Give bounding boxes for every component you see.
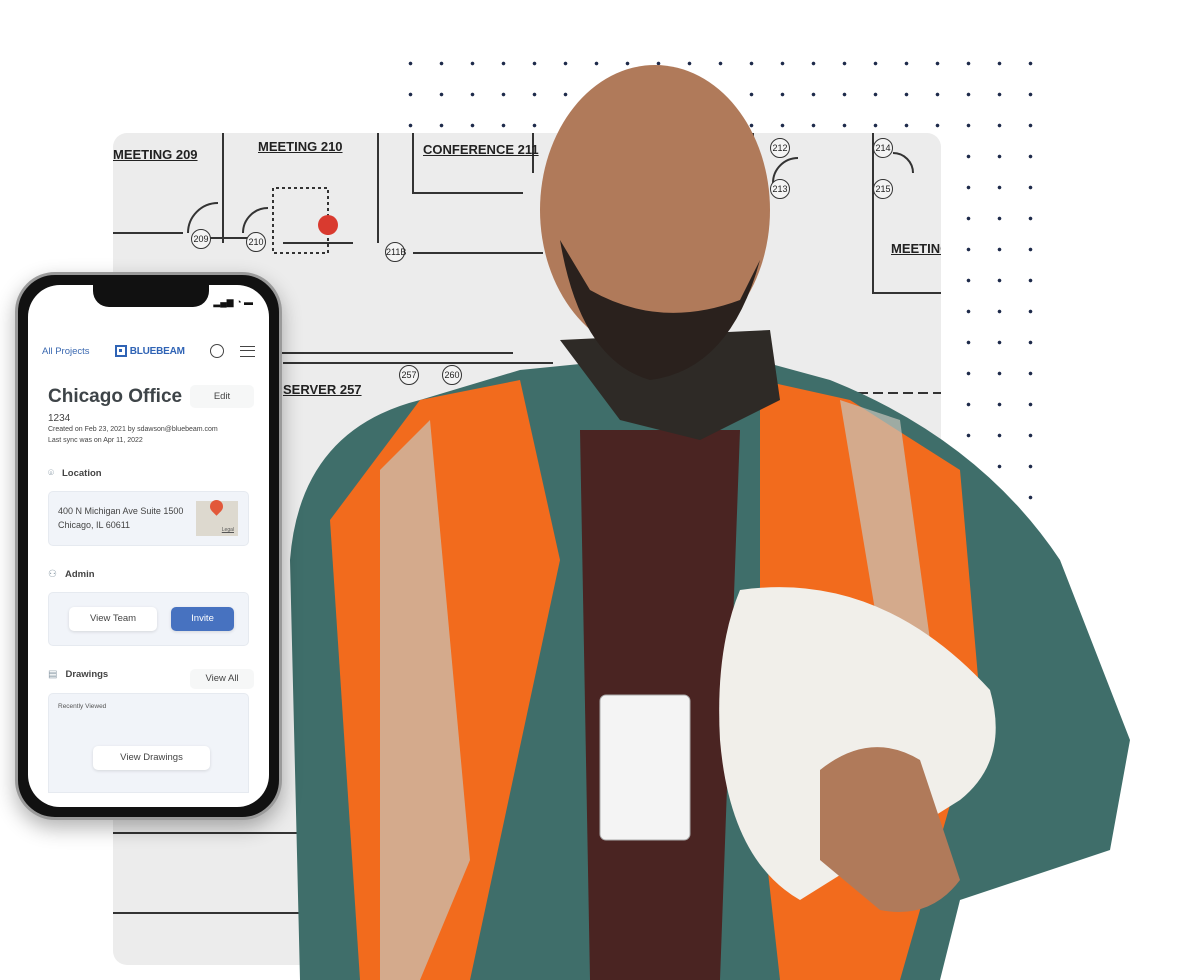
bluebeam-logo: BLUEBEAM [114, 345, 185, 357]
view-team-button[interactable]: View Team [69, 607, 157, 631]
team-icon: ⚇ [48, 569, 57, 580]
map-legal-link[interactable]: Legal [222, 527, 234, 533]
phone-notch [93, 285, 209, 307]
admin-heading: ⚇ Admin [48, 569, 95, 580]
drawings-icon: ▤ [48, 669, 58, 680]
map-pin-icon [207, 497, 226, 516]
construction-worker-photo [290, 65, 1130, 980]
app-nav-bar: All Projects BLUEBEAM [42, 341, 255, 361]
drawings-heading: ▤ Drawings [48, 669, 109, 680]
location-heading: ⌾ Location [48, 468, 102, 479]
recently-viewed-label: Recently Viewed [58, 703, 107, 710]
hamburger-icon[interactable] [240, 345, 255, 357]
status-bar-icons: ▂▄▆ ◔ ▬ [213, 297, 253, 307]
last-sync-info: Last sync was on Apr 11, 2022 [48, 437, 143, 444]
map-thumbnail[interactable]: Legal [196, 497, 238, 536]
phone-mockup: ▂▄▆ ◔ ▬ All Projects BLUEBEAM Chicago Of… [15, 272, 282, 820]
map-pin-icon: ⌾ [48, 468, 54, 479]
user-circle-icon[interactable] [210, 344, 224, 358]
invite-button[interactable]: Invite [171, 607, 234, 631]
edit-button[interactable]: Edit [190, 385, 254, 408]
created-info: Created on Feb 23, 2021 by sdawson@blueb… [48, 426, 218, 433]
location-card[interactable]: 400 N Michigan Ave Suite 1500 Chicago, IL… [48, 491, 249, 546]
admin-card: View Team Invite [48, 592, 249, 646]
drawings-card: Recently Viewed View Drawings [48, 693, 249, 793]
all-projects-link[interactable]: All Projects [42, 346, 90, 357]
project-number: 1234 [48, 413, 71, 424]
view-all-button[interactable]: View All [190, 669, 254, 689]
project-title: Chicago Office [48, 386, 183, 407]
view-drawings-button[interactable]: View Drawings [93, 746, 210, 770]
address: 400 N Michigan Ave Suite 1500 Chicago, IL… [58, 506, 184, 530]
phone-screen: ▂▄▆ ◔ ▬ All Projects BLUEBEAM Chicago Of… [28, 285, 269, 807]
